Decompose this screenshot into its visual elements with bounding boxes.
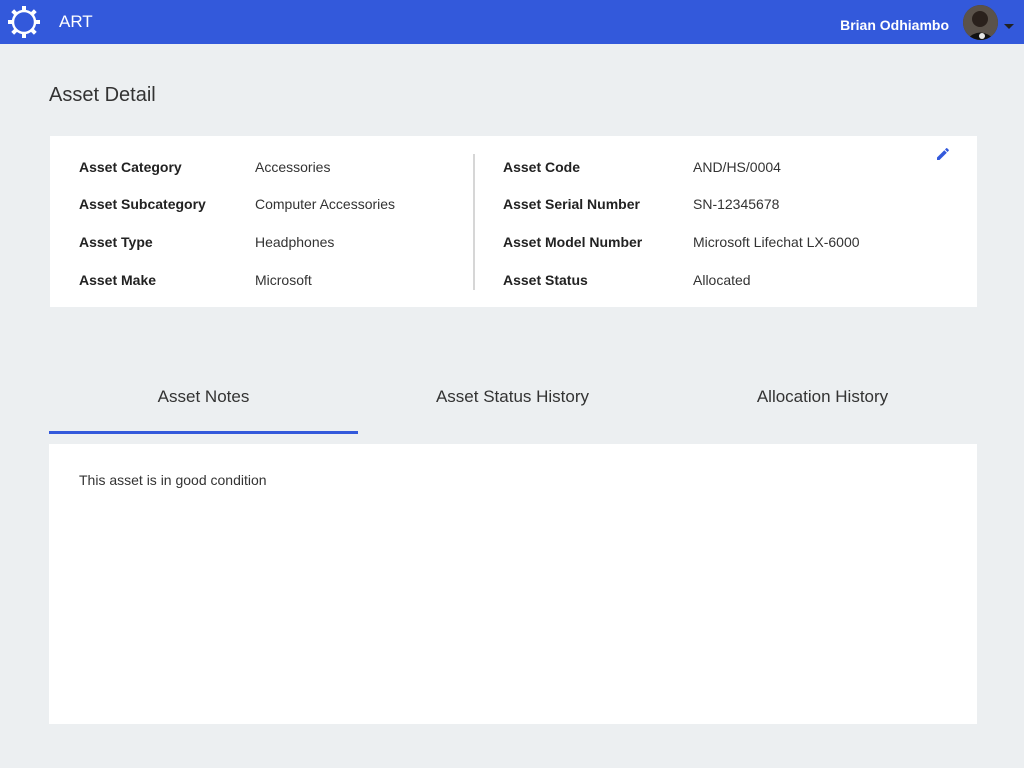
pencil-icon[interactable] (935, 146, 951, 162)
asset-make-value: Microsoft (255, 272, 312, 288)
asset-model-number-label: Asset Model Number (503, 234, 643, 250)
asset-note-text: This asset is in good condition (79, 472, 267, 488)
asset-serial-number-value: SN-12345678 (693, 196, 780, 212)
asset-notes-panel: This asset is in good condition (49, 444, 977, 724)
asset-make-label: Asset Make (79, 272, 157, 288)
asset-model-number-value: Microsoft Lifechat LX-6000 (693, 234, 860, 250)
active-tab-indicator (49, 431, 358, 434)
chevron-down-icon[interactable] (1004, 24, 1014, 29)
gear-logo-icon[interactable] (6, 4, 42, 40)
asset-code-label: Asset Code (503, 159, 581, 175)
asset-status-value: Allocated (693, 272, 751, 288)
asset-status-label: Asset Status (503, 272, 588, 288)
user-name[interactable]: Brian Odhiambo (840, 17, 949, 33)
asset-tabs: Asset Notes Asset Status History Allocat… (49, 366, 977, 436)
asset-subcategory-value: Computer Accessories (255, 196, 396, 212)
asset-code-value: AND/HS/0004 (693, 159, 781, 175)
column-divider (473, 154, 475, 290)
asset-category-value: Accessories (255, 159, 331, 175)
asset-detail-card: Asset Category Accessories Asset Subcate… (50, 136, 977, 307)
tab-asset-notes[interactable]: Asset Notes (49, 366, 358, 432)
asset-category-label: Asset Category (79, 159, 182, 175)
user-avatar[interactable] (963, 5, 998, 40)
asset-serial-number-label: Asset Serial Number (503, 196, 640, 212)
tab-allocation-history[interactable]: Allocation History (668, 366, 977, 432)
page-title: Asset Detail (49, 84, 156, 106)
asset-subcategory-label: Asset Subcategory (79, 196, 206, 212)
top-app-bar: ART Brian Odhiambo (0, 0, 1024, 44)
tab-asset-status-history[interactable]: Asset Status History (358, 366, 667, 432)
asset-type-label: Asset Type (79, 234, 153, 250)
app-title[interactable]: ART (59, 12, 93, 32)
asset-type-value: Headphones (255, 234, 335, 250)
